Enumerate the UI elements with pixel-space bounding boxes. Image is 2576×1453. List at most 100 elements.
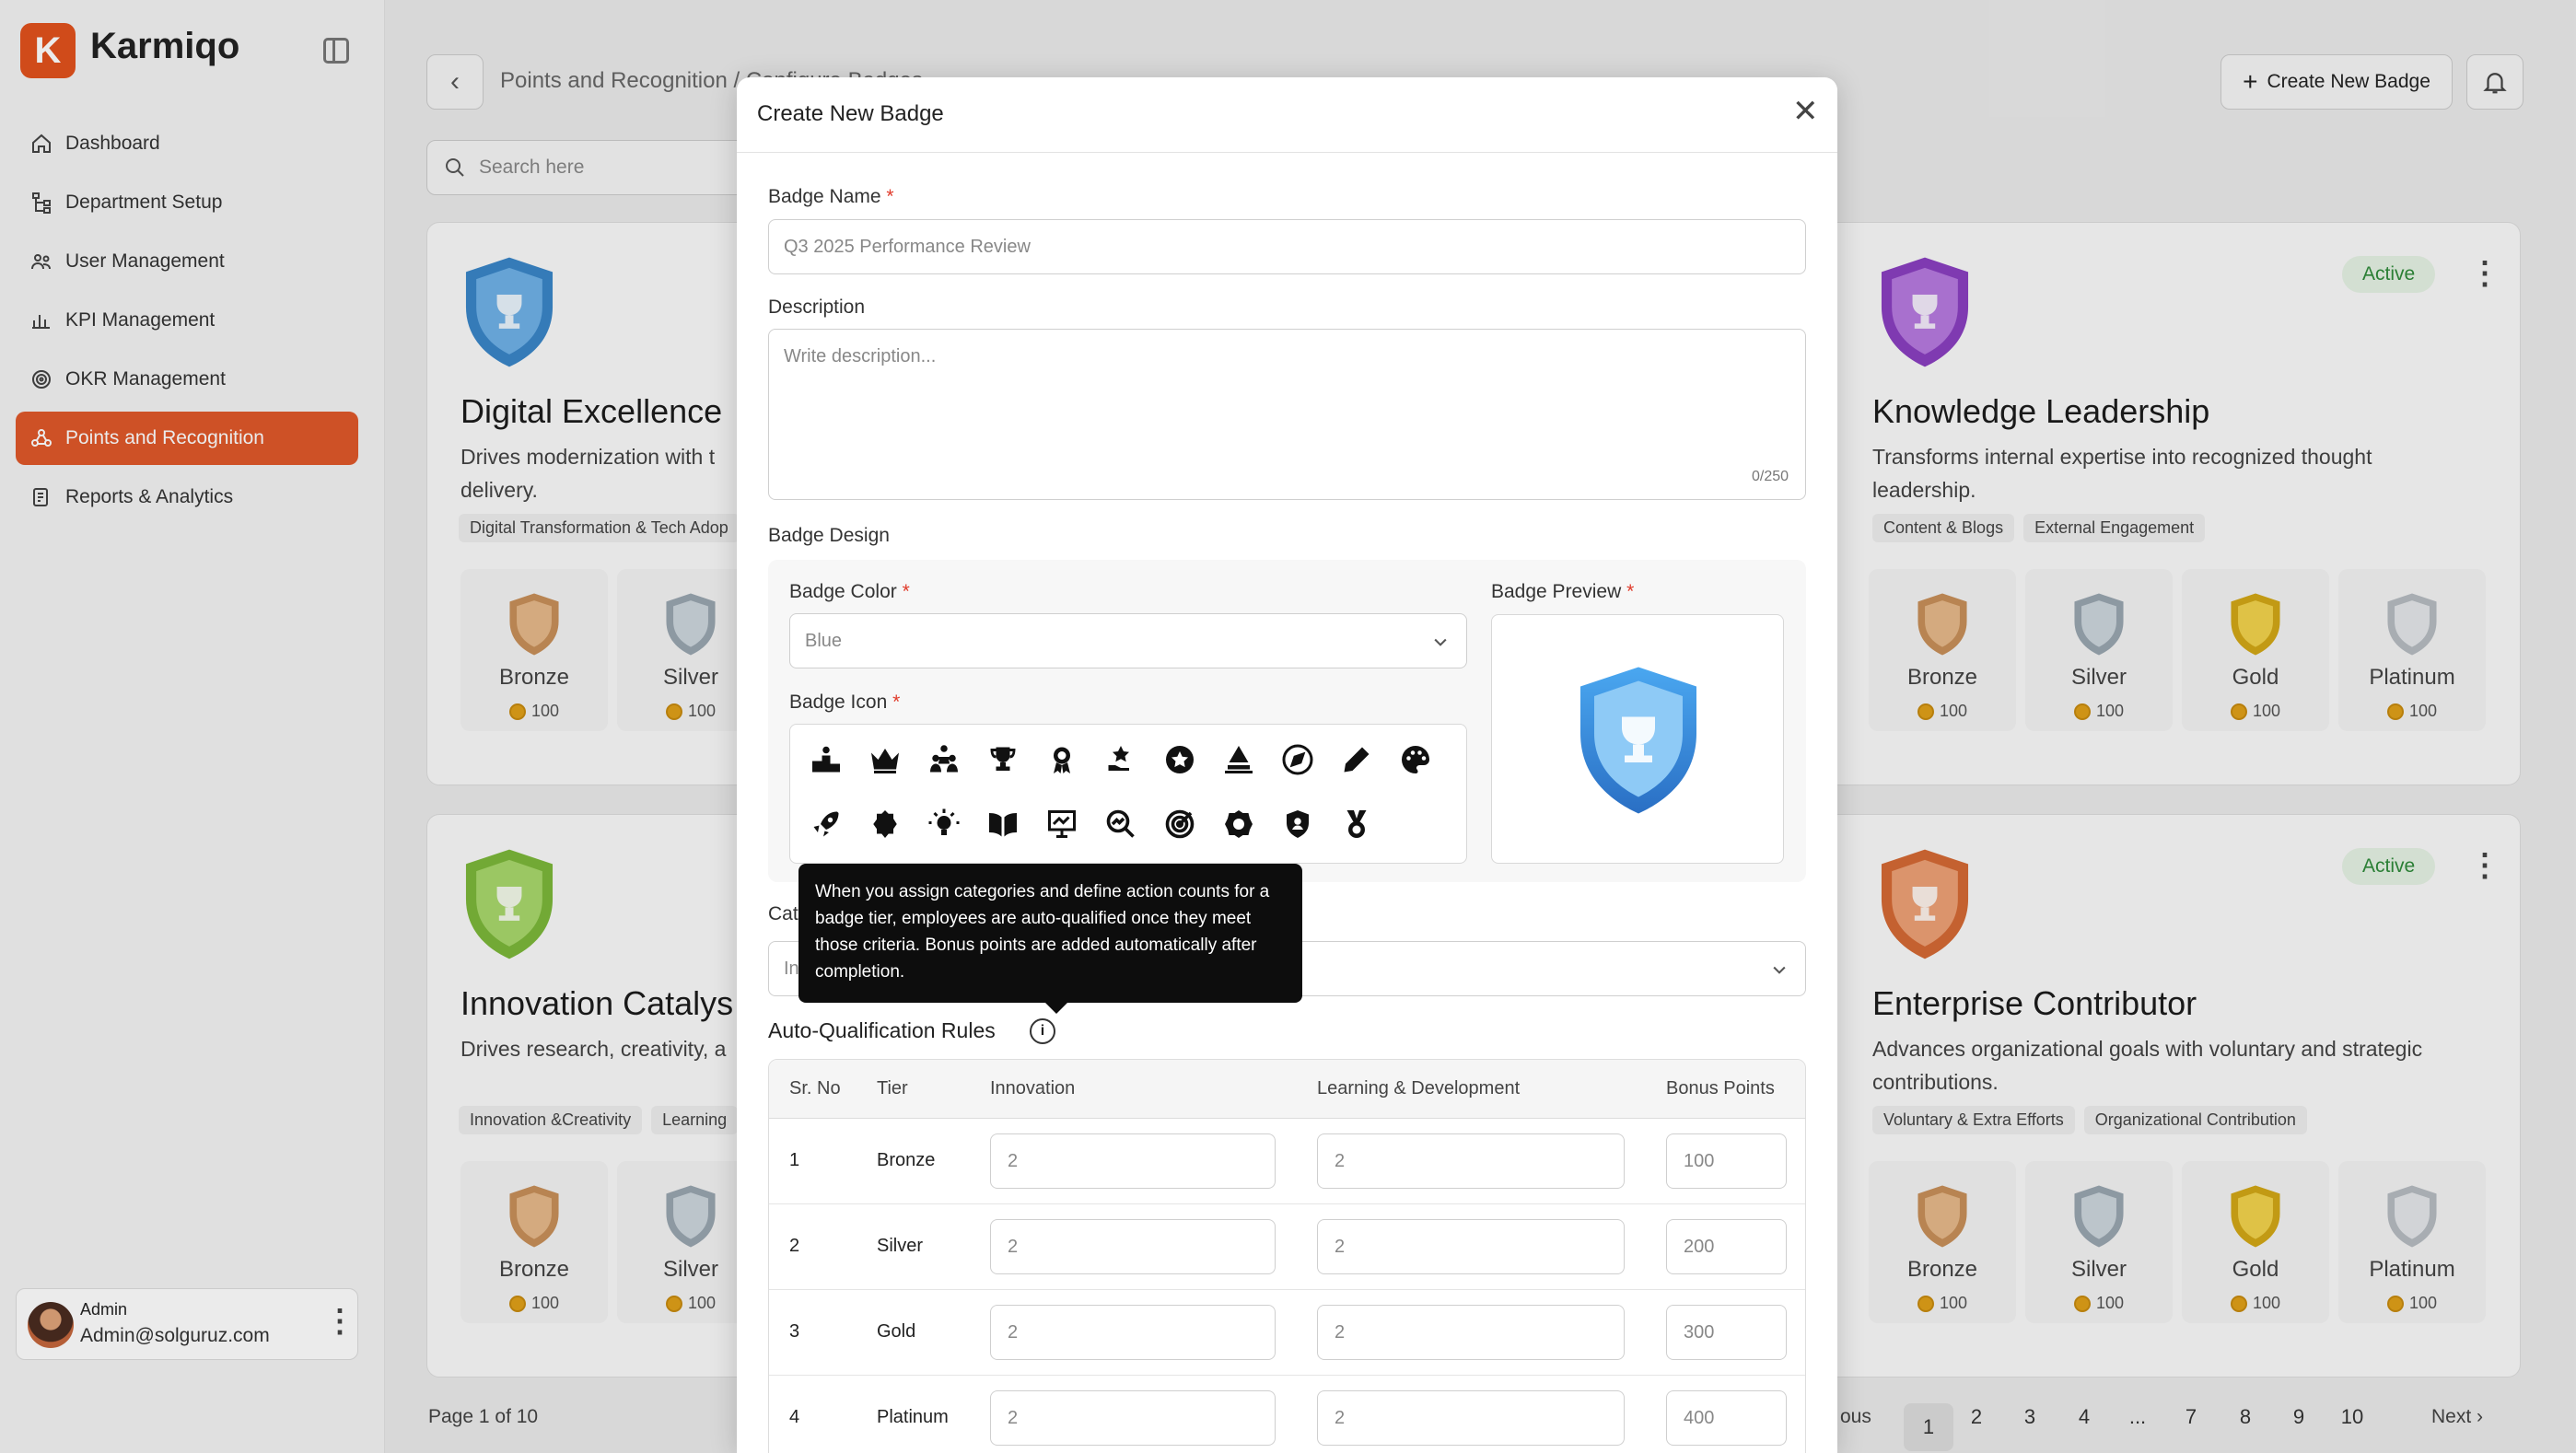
page-button-1[interactable]: 1 (1904, 1403, 1953, 1451)
info-icon[interactable]: i (1030, 1018, 1055, 1044)
trophy-icon[interactable] (985, 741, 1021, 778)
column-header: Tier (877, 1078, 908, 1098)
report-icon (30, 486, 52, 508)
coin-icon (665, 703, 682, 720)
status-badge: Active (2342, 848, 2436, 885)
preview-shield-icon (1580, 667, 1696, 814)
pen-nib-icon[interactable] (1220, 741, 1257, 778)
coin-icon (508, 1295, 526, 1312)
sidebar-item-label: Reports & Analytics (65, 486, 234, 507)
sidebar-item-reports-analytics[interactable]: Reports & Analytics (16, 471, 358, 524)
card-tags: Digital Transformation & Tech Adop (459, 514, 749, 542)
sidebar-item-dashboard[interactable]: Dashboard (16, 117, 358, 170)
compass-icon[interactable] (1279, 741, 1316, 778)
shield-badge-icon[interactable] (1220, 806, 1257, 843)
card-tags: Voluntary & Extra Efforts Organizational … (1872, 1106, 2316, 1134)
user-profile-card[interactable]: Admin Admin@solguruz.com ⋮ (16, 1288, 358, 1360)
tag: Digital Transformation & Tech Adop (459, 514, 740, 542)
badge-card[interactable]: Active ⋮ Enterprise Contributor Advances… (1837, 814, 2521, 1377)
pagination-next-button[interactable]: Next › (2431, 1406, 2483, 1428)
table-row: 2 Silver 2 2 200 (769, 1204, 1805, 1290)
row-tier: Silver (877, 1236, 924, 1256)
innovation-input[interactable]: 2 (990, 1390, 1276, 1446)
row-tier: Gold (877, 1321, 916, 1342)
badge-card[interactable]: Active ⋮ Knowledge Leadership Transforms… (1837, 222, 2521, 785)
platinum-shield-icon (2387, 1185, 2437, 1248)
ribbon-icon[interactable] (1043, 741, 1080, 778)
sidebar-item-points-and-recognition[interactable]: Points and Recognition (16, 412, 358, 465)
rocket-icon[interactable] (808, 806, 845, 843)
user-email: Admin@solguruz.com (80, 1325, 270, 1346)
book-icon[interactable] (985, 806, 1021, 843)
bronze-shield-icon (1917, 593, 1967, 656)
modal-title: Create New Badge (757, 101, 944, 126)
crown-icon[interactable] (867, 741, 903, 778)
learning-input[interactable]: 2 (1317, 1133, 1625, 1189)
sidebar-item-okr-management[interactable]: OKR Management (16, 353, 358, 406)
page-button-4[interactable]: 4 (2064, 1405, 2104, 1429)
sidebar-item-label: User Management (65, 250, 225, 272)
bronze-shield-icon (1917, 1185, 1967, 1248)
page-button-10[interactable]: 10 (2332, 1405, 2372, 1429)
badge-color-label: Badge Color * (789, 581, 910, 602)
card-description: Transforms internal expertise into recog… (1872, 445, 2372, 502)
card-more-options-icon[interactable]: ⋮ (2469, 258, 2500, 289)
search-input[interactable]: Search here (426, 140, 776, 195)
bulb-icon[interactable] (926, 806, 962, 843)
page-button-8[interactable]: 8 (2225, 1405, 2266, 1429)
table-row: 1 Bronze 2 2 100 (769, 1119, 1805, 1204)
learning-input[interactable]: 2 (1317, 1305, 1625, 1360)
badge-name-input[interactable]: Q3 2025 Performance Review (768, 219, 1806, 274)
podium-icon[interactable] (808, 741, 845, 778)
team-icon[interactable] (926, 741, 962, 778)
shield-icon[interactable] (1279, 806, 1316, 843)
innovation-input[interactable]: 2 (990, 1133, 1276, 1189)
tier-name: Bronze (498, 1257, 570, 1282)
sidebar-item-label: Department Setup (65, 192, 223, 213)
collapse-sidebar-icon[interactable] (323, 38, 349, 64)
search-chart-icon[interactable] (1102, 806, 1139, 843)
badge-color-select[interactable]: Blue (789, 613, 1467, 668)
close-icon[interactable]: ✕ (1792, 96, 1819, 127)
page-button-9[interactable]: 9 (2279, 1405, 2319, 1429)
page-ellipsis: ... (2128, 1405, 2147, 1428)
presentation-icon[interactable] (1043, 806, 1080, 843)
innovation-input[interactable]: 2 (990, 1219, 1276, 1274)
card-tags: Innovation &Creativity Learning (459, 1106, 747, 1134)
hand-star-icon[interactable] (1102, 741, 1139, 778)
badge-star-icon[interactable] (867, 806, 903, 843)
more-options-icon[interactable]: ⋮ (324, 1306, 356, 1337)
target-icon[interactable] (1161, 806, 1198, 843)
palette-icon[interactable] (1397, 741, 1434, 778)
bonus-points-input[interactable]: 300 (1666, 1305, 1787, 1360)
learning-input[interactable]: 2 (1317, 1219, 1625, 1274)
back-button[interactable]: ‹ (426, 54, 484, 110)
pagination-prev-button[interactable]: ous (1840, 1406, 1871, 1428)
card-more-options-icon[interactable]: ⋮ (2469, 850, 2500, 881)
auto-qualification-label: Auto-Qualification Rules (768, 1018, 996, 1042)
star-icon[interactable] (1161, 741, 1198, 778)
description-textarea[interactable]: Write description... (768, 329, 1806, 500)
innovation-input[interactable]: 2 (990, 1305, 1276, 1360)
app-logo: K (20, 23, 76, 78)
page-button-3[interactable]: 3 (2010, 1405, 2050, 1429)
badge-shield-icon (465, 849, 554, 959)
notification-button[interactable] (2466, 54, 2524, 110)
sidebar-item-kpi-management[interactable]: KPI Management (16, 294, 358, 347)
learning-input[interactable]: 2 (1317, 1390, 1625, 1446)
bonus-points-input[interactable]: 100 (1666, 1133, 1787, 1189)
medal-icon[interactable] (1338, 806, 1375, 843)
platinum-shield-icon (2387, 593, 2437, 656)
sidebar-item-user-management[interactable]: User Management (16, 235, 358, 288)
create-badge-modal: Create New Badge ✕ Badge Name * Q3 2025 … (737, 77, 1837, 1453)
create-new-badge-button[interactable]: + Create New Badge (2220, 54, 2453, 110)
column-header: Bonus Points (1666, 1078, 1775, 1098)
bonus-points-input[interactable]: 200 (1666, 1219, 1787, 1274)
badge-shield-icon (1881, 849, 1969, 959)
bonus-points-input[interactable]: 400 (1666, 1390, 1787, 1446)
page-button-2[interactable]: 2 (1956, 1405, 1997, 1429)
tier-item: Platinum 100 (2338, 1161, 2486, 1323)
pencil-icon[interactable] (1338, 741, 1375, 778)
sidebar-item-department-setup[interactable]: Department Setup (16, 176, 358, 229)
page-button-7[interactable]: 7 (2171, 1405, 2211, 1429)
